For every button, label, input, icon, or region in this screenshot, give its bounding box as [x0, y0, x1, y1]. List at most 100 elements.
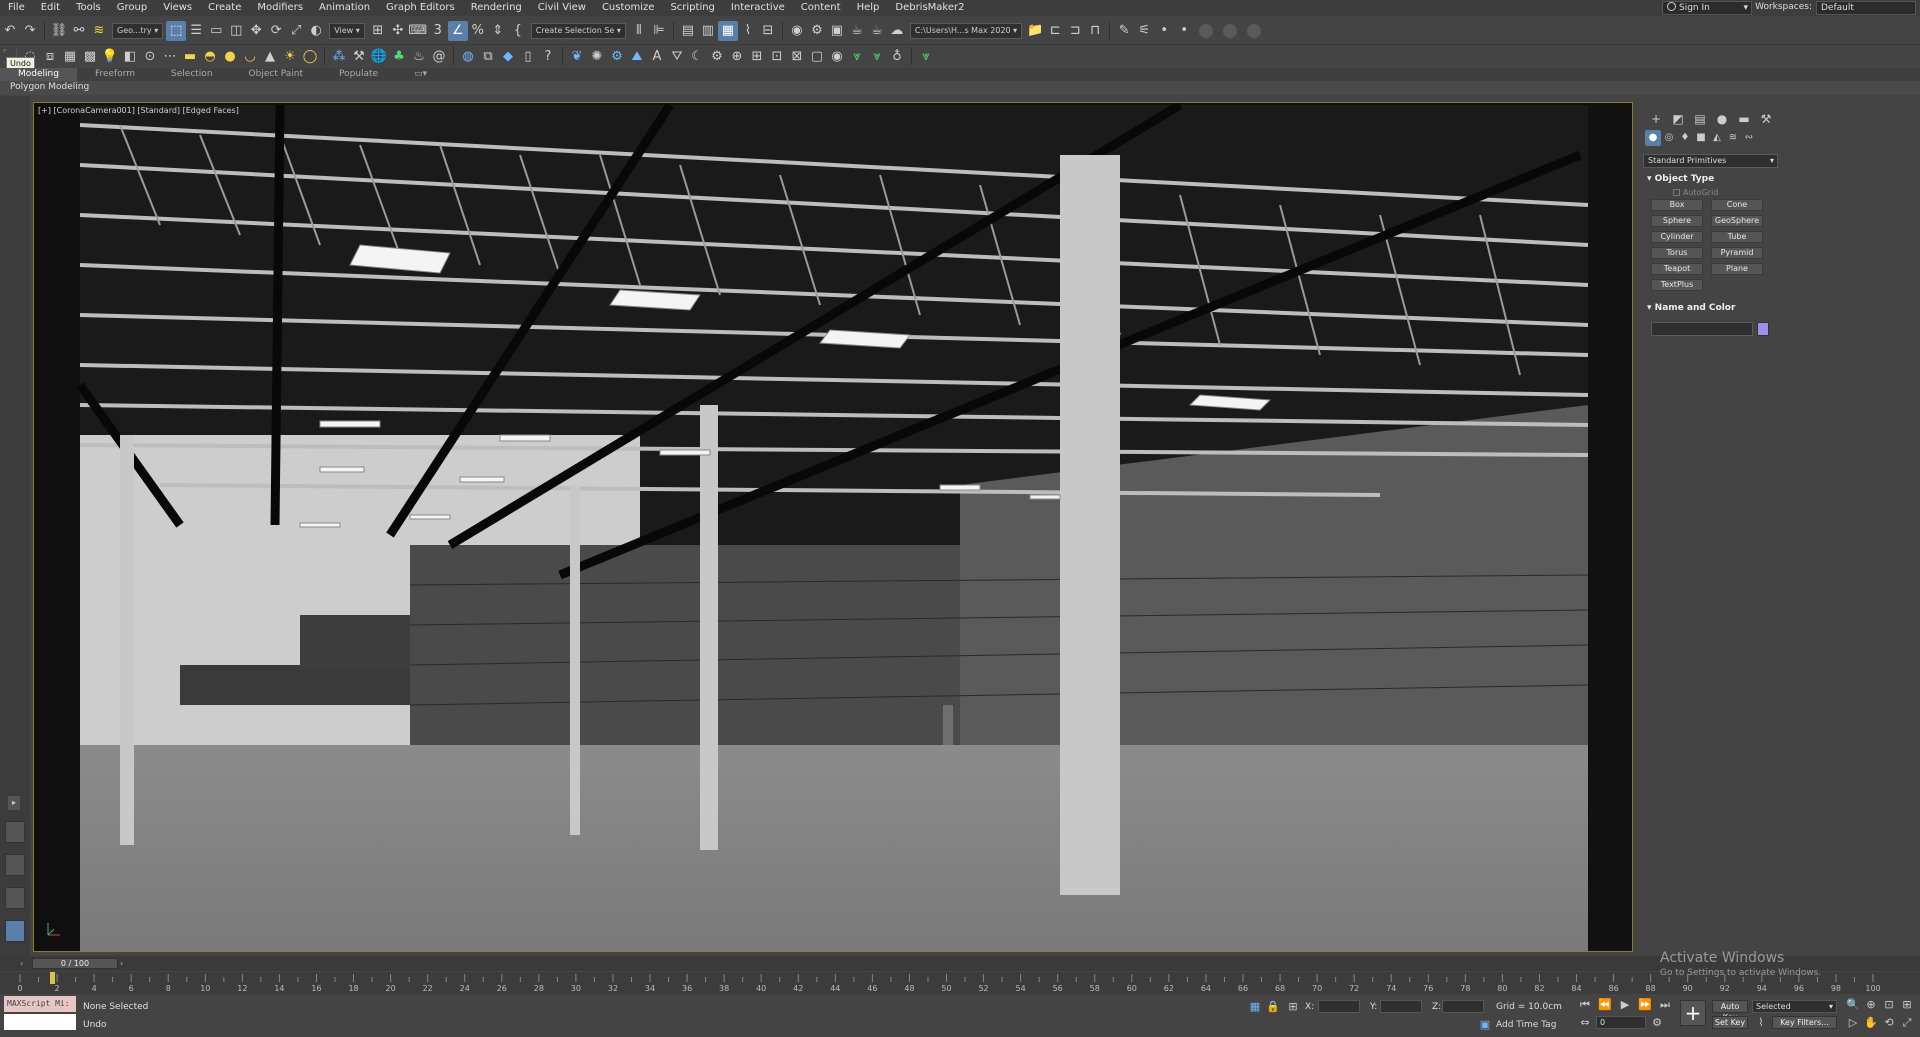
select-by-name-icon[interactable]: ☰ [186, 21, 206, 41]
round-toggle-button[interactable] [1199, 23, 1214, 38]
angle-snap-icon[interactable]: ∠ [447, 20, 468, 41]
project-folder-icon[interactable]: 📁 [1025, 21, 1045, 41]
key-filter-icon[interactable]: ⌇ [1754, 1016, 1768, 1030]
double-chevron-down-icon[interactable]: ⩔ [916, 46, 936, 66]
reference-coordinate-dropdown[interactable]: View ▾ [329, 22, 365, 39]
auto-key-button[interactable]: Auto Key [1712, 1000, 1748, 1022]
slice-icon[interactable]: ⧈ [40, 46, 60, 66]
percent-snap-icon[interactable]: % [468, 21, 488, 41]
menu-edit[interactable]: Edit [33, 0, 68, 16]
box-icon[interactable]: ▢ [807, 46, 827, 66]
particle-icon[interactable]: ⁂ [329, 46, 349, 66]
cameras-icon[interactable]: ■ [1693, 130, 1709, 146]
sunlight-icon[interactable]: ✺ [587, 46, 607, 66]
create-tab-icon[interactable]: + [1645, 110, 1667, 128]
track-bar[interactable]: 0 2 4 6 8 10 12 14 16 18 20 22 24 26 28 30 32 34 36 38 40 42 4… [0, 972, 1920, 994]
tree-icon[interactable]: ♣ [389, 46, 409, 66]
primitive-plane-button[interactable]: Plane [1711, 263, 1763, 275]
systems-icon[interactable]: ∾ [1741, 130, 1757, 146]
menu-group[interactable]: Group [109, 0, 155, 16]
next-key-icon[interactable]: ⏩ [1638, 998, 1652, 1012]
menu-modifiers[interactable]: Modifiers [249, 0, 311, 16]
menu-create[interactable]: Create [200, 0, 249, 16]
circle-icon[interactable]: ◯ [300, 46, 320, 66]
go-to-start-icon[interactable]: ⏮ [1578, 998, 1592, 1012]
menu-scripting[interactable]: Scripting [662, 0, 722, 16]
object-type-rollout[interactable]: ▾ Object Type [1643, 173, 1778, 186]
x-coord-field[interactable] [1318, 1000, 1360, 1013]
keyboard-shortcut-override-icon[interactable]: ⌨ [408, 21, 428, 41]
autogrid-checkbox[interactable]: AutoGrid [1673, 188, 1718, 197]
cloth-icon[interactable]: ♨ [409, 46, 429, 66]
undo-icon[interactable]: ↶ [0, 21, 20, 41]
next-frame-icon[interactable]: › [120, 958, 130, 969]
menu-help[interactable]: Help [849, 0, 888, 16]
filter-icon[interactable]: ⚟ [1134, 21, 1154, 41]
light-icon[interactable]: ❦ [567, 46, 587, 66]
unlink-icon[interactable]: ⚯ [69, 21, 89, 41]
isolate-selection-icon[interactable]: ▦ [1248, 1000, 1262, 1014]
layout-tab-button[interactable] [5, 920, 25, 942]
settings-gear-icon[interactable]: ⚙ [707, 46, 727, 66]
bowl-icon[interactable]: ◡ [240, 46, 260, 66]
place-icon[interactable]: ◐ [306, 21, 326, 41]
selection-filter-dropdown[interactable]: Geo...try ▾ [112, 22, 164, 39]
named-selection-dropdown[interactable]: Create Selection Se ▾ [530, 22, 626, 39]
box-primitive-icon[interactable]: ▬ [180, 46, 200, 66]
zoom-icon[interactable]: 🔍 [1846, 998, 1860, 1012]
key-filters-button[interactable]: Key Filters... [1772, 1016, 1837, 1029]
primitive-cylinder-button[interactable]: Cylinder [1651, 231, 1703, 243]
material-editor-icon[interactable]: ◉ [787, 21, 807, 41]
bind-space-warp-icon[interactable]: ≋ [89, 21, 109, 41]
frame-indicator[interactable]: 0 / 100 [32, 958, 118, 969]
frame-icon[interactable]: ⊞ [747, 46, 767, 66]
previous-frame-icon[interactable]: ‹ [20, 958, 30, 969]
render-iterative-icon[interactable]: ☕ [867, 21, 887, 41]
object-color-swatch[interactable] [1757, 322, 1769, 336]
key-mode-dropdown[interactable]: Selected ▾ [1752, 1000, 1837, 1013]
layout-tab-button[interactable] [5, 854, 25, 876]
grid-icon[interactable]: ▩ [80, 46, 100, 66]
toggle-scene-explorer-icon[interactable]: ▤ [678, 21, 698, 41]
pan-icon[interactable]: ✋ [1864, 1016, 1878, 1030]
render-target-icon[interactable]: ⊙ [140, 46, 160, 66]
curve-editor-icon[interactable]: ⌇ [738, 21, 758, 41]
expand-icon[interactable]: ▸ [8, 796, 20, 810]
ribbon-tab-freeform[interactable]: Freeform [77, 68, 153, 81]
current-frame-field[interactable]: 0 [1596, 1016, 1646, 1029]
camera-icon[interactable]: ◧ [120, 46, 140, 66]
viewport-label[interactable]: [+] [CoronaCamera001] [Standard] [Edged … [38, 106, 239, 115]
dot-icon[interactable]: • [1154, 21, 1174, 41]
zoom-extents-icon[interactable]: ⊡ [1882, 998, 1896, 1012]
time-configuration-icon[interactable]: ⚙ [1650, 1016, 1664, 1030]
hierarchy-tab-icon[interactable]: ▤ [1689, 110, 1711, 128]
zoom-extents-all-icon[interactable]: ⊞ [1900, 998, 1914, 1012]
current-frame-marker[interactable] [50, 972, 55, 984]
light-bulb-icon[interactable]: 💡 [100, 46, 120, 66]
ribbon-tab-populate[interactable]: Populate [321, 68, 396, 81]
helpers-icon[interactable]: ◭ [1709, 130, 1725, 146]
render-in-cloud-icon[interactable]: ☁ [887, 21, 907, 41]
lights-icon[interactable]: ♦ [1677, 130, 1693, 146]
primitive-teapot-button[interactable]: Teapot [1651, 263, 1703, 275]
menu-interactive[interactable]: Interactive [723, 0, 793, 16]
render-setup-icon[interactable]: ⚙ [807, 21, 827, 41]
cube-icon[interactable]: ◆ [498, 46, 518, 66]
sign-in-dropdown[interactable]: Sign In ▾ [1662, 1, 1752, 15]
polygon-modeling-label[interactable]: Polygon Modeling [10, 82, 89, 92]
object-name-field[interactable] [1651, 322, 1753, 336]
redo-icon[interactable]: ↷ [20, 21, 40, 41]
round-toggle-button[interactable] [1247, 23, 1262, 38]
zoom-all-icon[interactable]: ⊕ [1864, 998, 1878, 1012]
ribbon-tab-object-paint[interactable]: Object Paint [231, 68, 321, 81]
double-chevron-down-icon[interactable]: ⩔ [867, 46, 887, 66]
selection-lock-icon[interactable]: 🔒 [1266, 1000, 1280, 1014]
maximize-viewport-icon[interactable]: ⤢ [1900, 1016, 1914, 1030]
align-icon[interactable]: ⊫ [649, 21, 669, 41]
menu-civil-view[interactable]: Civil View [530, 0, 594, 16]
layout-tab-button[interactable] [5, 821, 25, 843]
dome-icon[interactable]: ◓ [200, 46, 220, 66]
sphere-material-icon[interactable]: ◍ [458, 46, 478, 66]
time-tag-icon[interactable]: ▣ [1478, 1018, 1492, 1032]
ribbon-minimize-icon[interactable]: ▭▾ [396, 68, 445, 81]
